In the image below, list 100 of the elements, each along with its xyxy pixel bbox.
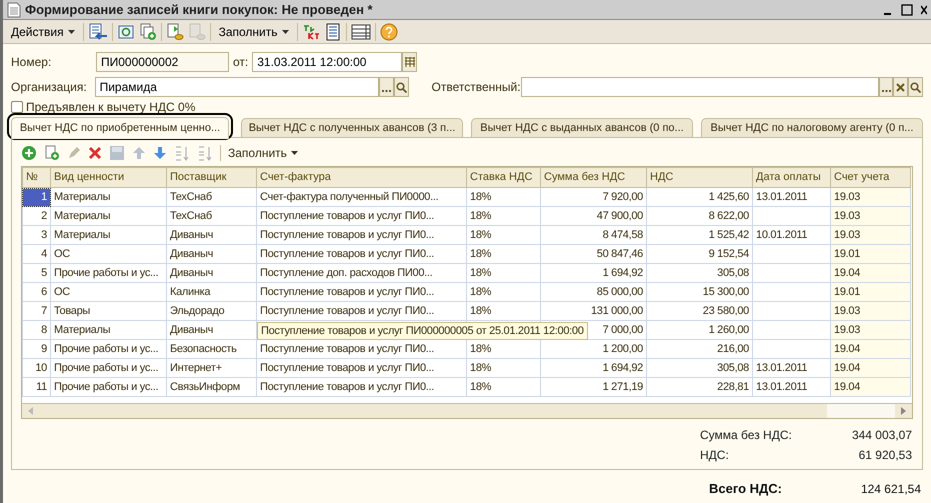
column-header[interactable]: Вид ценности [50,168,166,188]
caret-icon [68,30,75,34]
search-button[interactable] [908,77,923,97]
clear-icon [896,82,906,92]
table-cell: 1 260,00 [708,324,749,336]
table-cell: 85 000,00 [596,286,643,298]
table-cell: Поступление товаров и услуг ПИ0... [260,304,434,316]
search-button[interactable] [394,77,409,97]
column-header[interactable]: Счет учета [830,168,910,188]
table-cell: 19.03 [834,210,860,222]
table-cell: 19.01 [834,248,860,260]
table-cell: ОС [54,286,70,298]
sort-descending-icon[interactable] [197,145,213,161]
select-button[interactable] [878,77,894,97]
table-cell: 1 200,00 [602,342,643,354]
table-cell: Поступление товаров и услуг ПИ0... [260,380,434,392]
table-cell: 18% [470,362,492,374]
total-label: НДС: [700,447,730,464]
sort-ascending-icon[interactable] [174,145,190,161]
column-header[interactable]: Дата оплаты [752,168,830,188]
document-arrow-icon[interactable] [88,22,108,40]
date-field[interactable]: 31.03.2011 12:00:00 [252,52,402,72]
table-cell: Счет-фактура полученный ПИ0000... [260,190,438,202]
delete-icon[interactable] [88,146,102,160]
column-header[interactable]: № [22,168,50,188]
clear-button[interactable] [893,77,908,97]
organization-field[interactable]: Пирамида [94,77,379,97]
table-cell: 1 525,42 [708,228,749,240]
scroll-thumb[interactable] [827,404,895,418]
table-cell: 19.01 [834,286,860,298]
column-header[interactable]: Поставщик [166,168,256,188]
tab[interactable]: Вычет НДС с выданных авансов (0 по... [471,118,693,137]
table-cell: 131 000,00 [590,304,643,316]
table-cell: ТехСнаб [170,190,212,202]
select-button[interactable] [378,77,394,97]
field-label: Ответственный: [432,79,521,96]
list-document-icon[interactable] [324,22,342,40]
column-header[interactable]: Сумма без НДС [540,168,646,188]
copy-add-icon[interactable] [138,22,157,40]
row-number[interactable]: 1 [23,188,50,206]
add-icon[interactable] [21,145,37,161]
copy-add-icon[interactable] [44,145,60,161]
table-cell: 47 900,00 [596,210,643,222]
table-cell: 19.04 [834,380,860,392]
debit-credit-icon[interactable] [302,22,320,40]
table-cell: Материалы [54,324,110,336]
table-cell: 19.04 [834,362,860,374]
table-cell: 8 622,00 [708,210,749,222]
number-field[interactable]: ПИ000000002 [96,52,229,72]
table-cell: 23 580,00 [702,304,749,316]
table-cell: Поступление товаров и услуг ПИ0... [260,248,434,260]
close-icon[interactable] [921,4,927,16]
table-cell: 305,08 [717,266,749,278]
table-cell: 228,81 [717,380,749,392]
tooltip: Поступление товаров и услуг ПИ000000005 от 25.01.2011 12:00:00 [257,322,588,340]
maximize-icon[interactable] [901,4,913,16]
table-cell: Безопасность [170,342,237,354]
tab[interactable]: Вычет НДС по приобретенным ценно... [11,117,229,139]
table-cell: 1 694,92 [602,266,643,278]
calendar-button[interactable] [402,52,418,72]
table-cell: 18% [470,190,492,202]
table-cell: 15 300,00 [702,286,749,298]
table-cell: Эльдорадо [170,304,224,316]
arrow-down-icon[interactable] [153,146,167,160]
table-cell: 19.04 [834,266,860,278]
table-rows-icon[interactable] [350,22,370,40]
search-icon [910,82,922,92]
table-cell: 9 152,54 [708,248,749,260]
table-cell: СвязьИнформ [170,380,240,392]
table-cell: Поступление товаров и услуг ПИ0... [260,362,434,374]
tab[interactable]: Вычет НДС с полученных авансов (3 п... [241,118,463,137]
actions-menu[interactable]: Действия [7,22,79,40]
table-cell: Интернет+ [170,362,222,374]
document-coins-icon[interactable] [166,22,184,40]
table-cell: 1 425,60 [708,190,749,202]
column-header[interactable]: Ставка НДС [466,168,540,188]
fill-menu[interactable]: Заполнить [214,22,292,40]
column-header[interactable]: НДС [646,168,752,188]
table-cell: 18% [470,228,492,240]
fill-menu[interactable]: Заполнить [228,144,298,162]
checkbox[interactable] [11,101,23,113]
table-cell: 18% [470,380,492,392]
table-cell: 7 000,00 [602,324,643,336]
horizontal-scrollbar[interactable] [22,403,912,418]
table-cell: 18% [470,266,492,278]
tab[interactable]: Вычет НДС по налоговому агенту (0 п... [701,118,923,137]
table-cell: Диваныч [170,228,214,240]
table-cell: 1 271,19 [602,380,643,392]
responsible-field[interactable] [520,77,879,97]
table-cell: Калинка [170,286,210,298]
table-cell: 1 694,92 [602,362,643,374]
table-cell: 8 474,58 [602,228,643,240]
column-header[interactable]: Счет-фактура [256,168,466,188]
table-cell: 18% [470,304,492,316]
table-cell: Прочие работы и ус... [54,342,158,354]
total-label: Всего НДС: [709,480,784,498]
table-cell: 19.03 [834,190,860,202]
table-cell: Прочие работы и ус... [54,362,158,374]
table-cell: Материалы [54,228,110,240]
help-icon[interactable] [380,22,398,40]
